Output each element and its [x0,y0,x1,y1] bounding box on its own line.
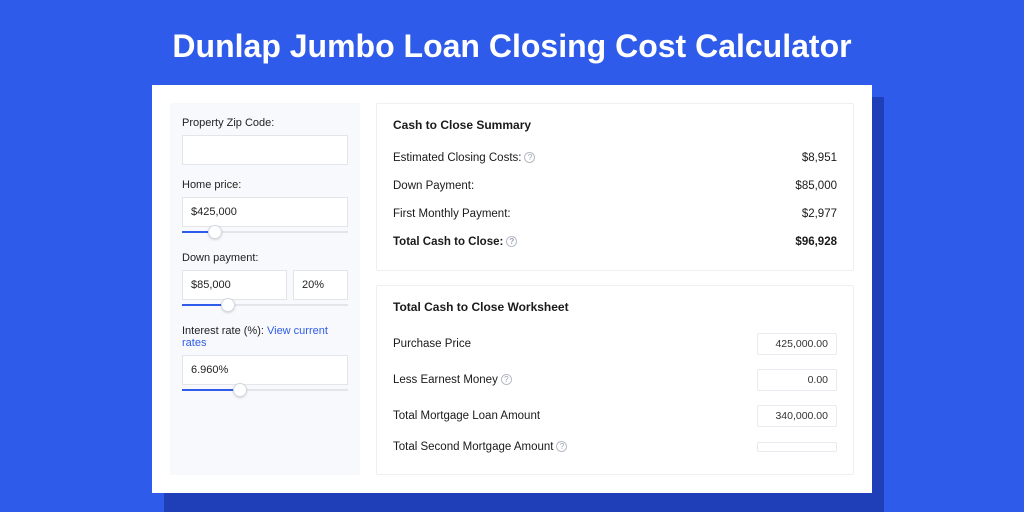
down-payment-input[interactable] [182,270,287,300]
home-price-field: Home price: [182,179,348,238]
summary-row: Estimated Closing Costs:? $8,951 [393,144,837,172]
slider-thumb[interactable] [221,298,235,312]
rate-label: Interest rate (%): View current rates [182,325,348,349]
worksheet-row: Total Mortgage Loan Amount 340,000.00 [393,398,837,434]
help-icon[interactable]: ? [506,236,517,247]
summary-row-label: Estimated Closing Costs:? [393,152,535,164]
worksheet-row-value [757,442,837,452]
summary-row-label: First Monthly Payment: [393,208,511,220]
worksheet-row-label: Total Mortgage Loan Amount [393,410,540,422]
summary-row-value: $96,928 [795,236,837,248]
summary-row: Down Payment: $85,000 [393,172,837,200]
worksheet-row-label: Total Second Mortgage Amount? [393,441,567,453]
page-title: Dunlap Jumbo Loan Closing Cost Calculato… [0,0,1024,85]
card-container: Property Zip Code: Home price: Down paym… [152,85,872,493]
home-price-slider[interactable] [182,226,348,238]
slider-thumb[interactable] [233,383,247,397]
worksheet-row: Total Second Mortgage Amount? [393,434,837,460]
worksheet-panel: Total Cash to Close Worksheet Purchase P… [376,285,854,475]
summary-row-value: $8,951 [802,152,837,164]
help-icon[interactable]: ? [501,374,512,385]
summary-rows: Estimated Closing Costs:? $8,951 Down Paym… [393,144,837,256]
calculator-card: Property Zip Code: Home price: Down paym… [152,85,872,493]
summary-row-label: Down Payment: [393,180,474,192]
rate-slider[interactable] [182,384,348,396]
help-icon[interactable]: ? [556,441,567,452]
zip-field: Property Zip Code: [182,117,348,165]
summary-row-value: $2,977 [802,208,837,220]
rate-input[interactable] [182,355,348,385]
worksheet-rows: Purchase Price 425,000.00 Less Earnest Mon… [393,326,837,460]
worksheet-title: Total Cash to Close Worksheet [393,300,837,314]
worksheet-row-value: 425,000.00 [757,333,837,355]
worksheet-row-value: 0.00 [757,369,837,391]
home-price-label: Home price: [182,179,348,191]
slider-thumb[interactable] [208,225,222,239]
summary-panel: Cash to Close Summary Estimated Closing … [376,103,854,271]
summary-row-value: $85,000 [795,180,837,192]
help-icon[interactable]: ? [524,152,535,163]
results-panel: Cash to Close Summary Estimated Closing … [376,103,854,475]
worksheet-row-value: 340,000.00 [757,405,837,427]
rate-field: Interest rate (%): View current rates [182,325,348,396]
down-payment-slider[interactable] [182,299,348,311]
worksheet-row: Less Earnest Money? 0.00 [393,362,837,398]
slider-track-fill [182,389,240,391]
home-price-input[interactable] [182,197,348,227]
rate-label-text: Interest rate (%): [182,325,267,337]
summary-row: Total Cash to Close:? $96,928 [393,228,837,256]
down-payment-field: Down payment: [182,252,348,311]
worksheet-row: Purchase Price 425,000.00 [393,326,837,362]
worksheet-row-label: Purchase Price [393,338,471,350]
summary-row-label: Total Cash to Close:? [393,236,517,248]
worksheet-row-label: Less Earnest Money? [393,374,512,386]
inputs-panel: Property Zip Code: Home price: Down paym… [170,103,360,475]
summary-row: First Monthly Payment: $2,977 [393,200,837,228]
zip-input[interactable] [182,135,348,165]
down-payment-pct-input[interactable] [293,270,348,300]
zip-label: Property Zip Code: [182,117,348,129]
down-payment-label: Down payment: [182,252,348,264]
summary-title: Cash to Close Summary [393,118,837,132]
